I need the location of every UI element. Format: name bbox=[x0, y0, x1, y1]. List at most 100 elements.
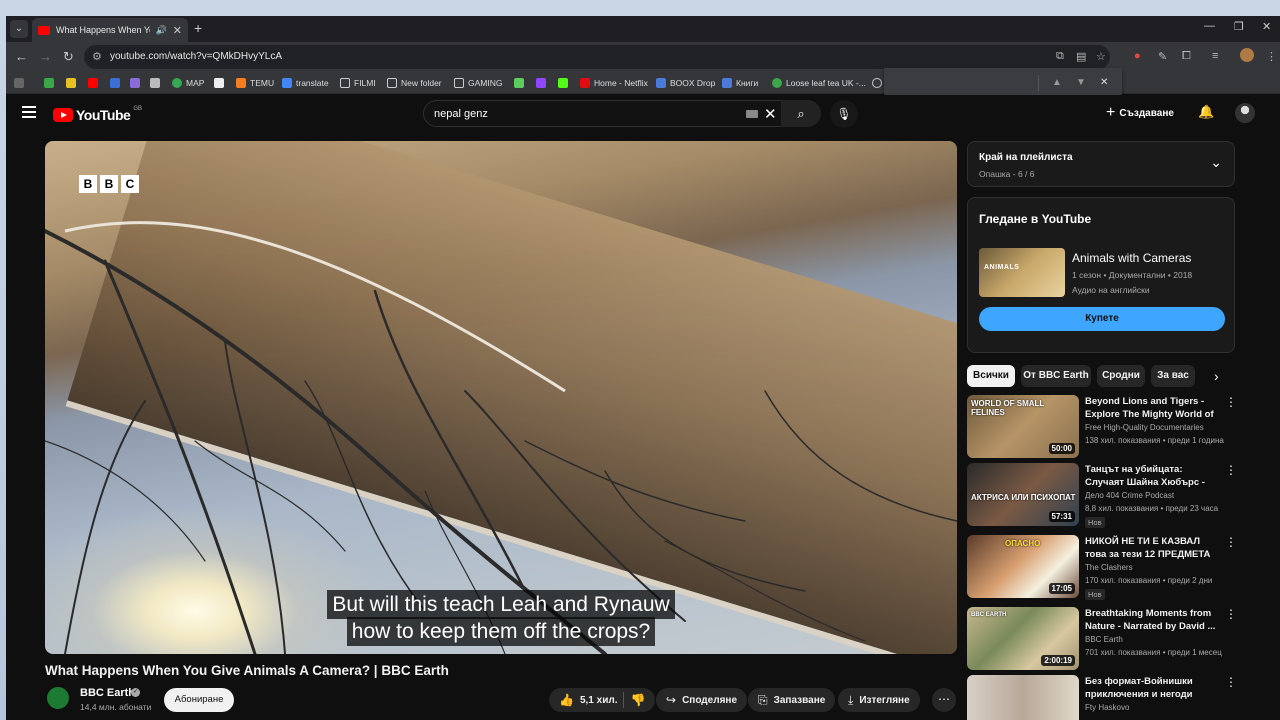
new-tab-icon[interactable]: + bbox=[194, 20, 202, 36]
chevron-right-icon[interactable]: › bbox=[1214, 368, 1219, 384]
menu-icon[interactable] bbox=[22, 106, 36, 118]
menu-dots-icon[interactable]: ⋮ bbox=[1266, 50, 1277, 63]
create-button[interactable]: + Създаване bbox=[1106, 103, 1174, 123]
chip-from-channel[interactable]: От BBC Earth bbox=[1021, 365, 1091, 387]
tab-search-icon[interactable]: ⌄ bbox=[10, 20, 28, 38]
like-icon[interactable]: 👍 bbox=[559, 693, 574, 707]
install-app-icon[interactable]: ⧉ bbox=[1056, 50, 1064, 63]
more-options-icon[interactable]: ⋮ bbox=[1225, 535, 1237, 549]
rec-title[interactable]: Танцът на убийцата: Случаят Шайна Хюбърс… bbox=[1085, 463, 1223, 489]
reader-icon[interactable]: ▤ bbox=[1076, 50, 1086, 63]
keyboard-icon[interactable] bbox=[746, 110, 758, 118]
rec-title[interactable]: Без формат-Войнишки приключения и негоди bbox=[1085, 675, 1223, 701]
find-next-icon[interactable]: ▼ bbox=[1076, 77, 1086, 88]
rec-title[interactable]: НИКОЙ НЕ ТИ Е КАЗВАЛ това за тези 12 ПРЕ… bbox=[1085, 535, 1223, 561]
bookmark-star-icon[interactable]: ☆ bbox=[1096, 50, 1106, 63]
site-settings-icon[interactable]: ⚙ bbox=[92, 50, 102, 63]
speaker-icon[interactable]: 🔊 bbox=[156, 25, 167, 36]
bookmark-icon-kick[interactable] bbox=[558, 76, 568, 90]
more-options-icon[interactable]: ⋮ bbox=[1225, 607, 1237, 621]
bookmark-icon-youtube[interactable] bbox=[88, 76, 98, 90]
list-item[interactable]: WORLD OF SMALL FELINES 50:00 Beyond Lion… bbox=[967, 395, 1247, 459]
find-prev-icon[interactable]: ▲ bbox=[1052, 77, 1062, 88]
extensions-puzzle-icon[interactable]: ⧠ bbox=[1182, 50, 1191, 63]
forward-icon[interactable]: → bbox=[39, 49, 52, 64]
bookmark-map[interactable]: MAP bbox=[172, 76, 204, 90]
buy-button[interactable]: Купете bbox=[979, 307, 1225, 331]
back-icon[interactable]: ← bbox=[15, 49, 28, 64]
bookmark-icon-twitch[interactable] bbox=[536, 76, 546, 90]
channel-avatar[interactable] bbox=[45, 685, 71, 711]
media-queue-icon[interactable]: ≡ bbox=[1212, 50, 1218, 62]
account-avatar[interactable] bbox=[1235, 103, 1255, 123]
dislike-icon[interactable]: 👎 bbox=[630, 693, 645, 707]
chip-all[interactable]: Всички bbox=[967, 365, 1015, 387]
bookmark-gaming[interactable]: GAMING bbox=[454, 76, 502, 90]
list-item[interactable]: АКТРИСА ИЛИ ПСИХОПАТ 57:31 Танцът на уби… bbox=[967, 463, 1247, 528]
list-item[interactable]: Без формат-Войнишки приключения и негоди… bbox=[967, 675, 1247, 720]
extension-adblock-icon[interactable]: ● bbox=[1134, 50, 1141, 62]
bookmark-icon-gray[interactable] bbox=[150, 76, 160, 90]
more-options-icon[interactable]: ⋮ bbox=[1225, 675, 1237, 689]
like-count[interactable]: 5,1 хил. bbox=[580, 695, 618, 706]
apps-grid-icon[interactable] bbox=[14, 76, 24, 90]
bookmark-icon-globe[interactable] bbox=[872, 76, 882, 90]
chip-for-you[interactable]: За вас bbox=[1151, 365, 1195, 387]
search-input[interactable]: nepal genz ✕ bbox=[423, 100, 789, 127]
bookmark-temu[interactable]: TEMU bbox=[236, 76, 274, 90]
extension-pen-icon[interactable]: ✎ bbox=[1158, 50, 1167, 63]
rec-channel[interactable]: Fty Haskovo bbox=[1085, 703, 1129, 712]
bookmark-translate[interactable]: translate bbox=[282, 76, 329, 90]
close-tab-icon[interactable]: ✕ bbox=[173, 24, 182, 37]
rec-channel[interactable]: The Clashers bbox=[1085, 563, 1133, 572]
bookmark-filmi[interactable]: FILMI bbox=[340, 76, 376, 90]
minimize-icon[interactable]: — bbox=[1204, 20, 1215, 32]
more-options-icon[interactable]: ⋮ bbox=[1225, 463, 1237, 477]
subscribe-button[interactable]: Абониране bbox=[164, 688, 234, 712]
list-item[interactable]: BBC EARTH 2:00:19 Breathtaking Moments f… bbox=[967, 607, 1247, 671]
voice-search-button[interactable]: 🎙 bbox=[830, 100, 858, 128]
video-thumbnail[interactable]: ОПАСНО 17:05 bbox=[967, 535, 1079, 598]
address-bar[interactable]: ⚙ youtube.com/watch?v=QMkDHvyYLcA ⧉ ▤ ☆ bbox=[84, 45, 1110, 69]
video-player[interactable]: B B C But will this teach Leah and Rynau… bbox=[45, 141, 957, 654]
more-actions-icon[interactable]: ⋯ bbox=[932, 688, 956, 712]
bookmark-netflix[interactable]: Home - Netflix bbox=[580, 76, 648, 90]
youtube-logo[interactable]: YouTube GB bbox=[53, 106, 142, 123]
browser-tab[interactable]: What Happens When You Give Animals A Cam… bbox=[32, 18, 188, 42]
playlist-panel[interactable]: Край на плейлиста Опашка - 6 / 6 ⌄ bbox=[967, 141, 1235, 187]
close-window-icon[interactable]: ✕ bbox=[1262, 20, 1271, 33]
bookmark-icon-chart[interactable] bbox=[514, 76, 524, 90]
notifications-bell-icon[interactable]: 🔔 bbox=[1198, 104, 1214, 120]
find-bar[interactable]: ▲ ▼ ✕ bbox=[884, 68, 1122, 98]
video-thumbnail[interactable]: АКТРИСА ИЛИ ПСИХОПАТ 57:31 bbox=[967, 463, 1079, 526]
more-options-icon[interactable]: ⋮ bbox=[1225, 395, 1237, 409]
rec-title[interactable]: Breathtaking Moments from Nature - Narra… bbox=[1085, 607, 1223, 633]
bookmark-boox-drop[interactable]: BOOX Drop bbox=[656, 76, 715, 90]
bookmark-new-folder[interactable]: New folder bbox=[387, 76, 442, 90]
share-button[interactable]: ↪ Споделяне bbox=[656, 688, 747, 712]
bookmark-books[interactable]: Книги bbox=[722, 76, 758, 90]
rec-channel[interactable]: Free High-Quality Documentaries bbox=[1085, 423, 1204, 432]
list-item[interactable]: ОПАСНО 17:05 НИКОЙ НЕ ТИ Е КАЗВАЛ това з… bbox=[967, 535, 1247, 600]
bookmark-icon-yellow[interactable] bbox=[66, 76, 76, 90]
series-thumbnail[interactable]: ANIMALS bbox=[979, 248, 1065, 297]
chip-related[interactable]: Сродни bbox=[1097, 365, 1145, 387]
rec-channel[interactable]: BBC Earth bbox=[1085, 635, 1123, 644]
channel-name[interactable]: BBC Earth bbox=[80, 687, 135, 699]
rec-channel[interactable]: Дело 404 Crime Podcast bbox=[1085, 491, 1174, 500]
save-button[interactable]: ⎘ Запазване bbox=[748, 688, 836, 712]
video-thumbnail[interactable]: BBC EARTH 2:00:19 bbox=[967, 607, 1079, 670]
find-close-icon[interactable]: ✕ bbox=[1100, 77, 1108, 88]
bookmark-icon-green[interactable] bbox=[44, 76, 54, 90]
profile-avatar-icon[interactable] bbox=[1240, 48, 1254, 62]
download-button[interactable]: ⤓ Изтегляне bbox=[838, 688, 920, 712]
maximize-icon[interactable]: ❐ bbox=[1234, 20, 1244, 33]
bookmark-icon-purple[interactable] bbox=[130, 76, 140, 90]
bookmark-loose-leaf-tea[interactable]: Loose leaf tea UK -... bbox=[772, 76, 866, 90]
series-name[interactable]: Animals with Cameras bbox=[1072, 251, 1191, 265]
rec-title[interactable]: Beyond Lions and Tigers - Explore The Mi… bbox=[1085, 395, 1223, 421]
video-thumbnail[interactable] bbox=[967, 675, 1079, 720]
reload-icon[interactable]: ↻ bbox=[63, 49, 74, 65]
search-button[interactable]: ⌕ bbox=[781, 100, 821, 127]
chevron-down-icon[interactable]: ⌄ bbox=[1210, 154, 1222, 171]
